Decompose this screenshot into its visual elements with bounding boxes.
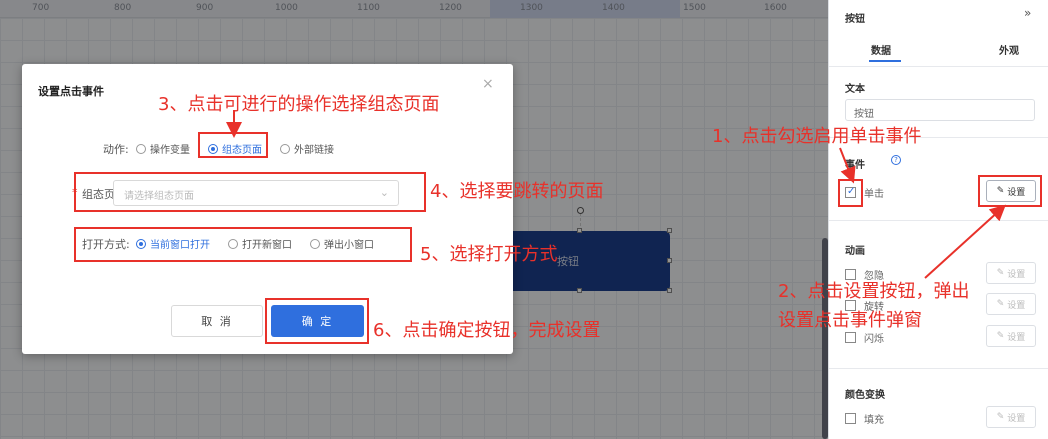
divider xyxy=(829,66,1048,67)
radio-icon xyxy=(136,143,146,154)
color-label: 填充 xyxy=(864,415,884,426)
annotation-step3: 3、点击可进行的操作选择组态页面 xyxy=(158,94,440,115)
divider xyxy=(829,368,1048,369)
tab-data[interactable]: 数据 xyxy=(871,42,891,57)
highlight-box-open-mode xyxy=(74,227,412,262)
close-icon[interactable]: × xyxy=(482,76,494,92)
click-event-label: 单击 xyxy=(864,189,884,200)
cancel-button[interactable]: 取 消 xyxy=(171,305,263,337)
edit-icon: ✎ xyxy=(996,412,1008,422)
edit-icon: ✎ xyxy=(996,299,1008,309)
highlight-box-page-option xyxy=(198,132,268,158)
color-checkbox-fill[interactable]: 填充 xyxy=(845,411,884,426)
action-label: 动作: xyxy=(103,143,129,156)
checkbox-icon xyxy=(845,413,856,424)
edit-icon: ✎ xyxy=(996,331,1008,341)
settings-label: 设置 xyxy=(1007,332,1026,343)
active-tab-indicator xyxy=(869,60,901,62)
highlight-box-ok xyxy=(265,298,369,344)
color-section-title: 颜色变换 xyxy=(845,390,885,401)
animation-section-title: 动画 xyxy=(845,246,865,257)
annotation-step6: 6、点击确定按钮，完成设置 xyxy=(373,320,601,341)
radio-action-link[interactable]: 外部链接 xyxy=(280,141,334,156)
checkbox-icon xyxy=(845,332,856,343)
annotation-step5: 5、选择打开方式 xyxy=(420,244,558,265)
divider xyxy=(829,220,1048,221)
dialog-title: 设置点击事件 xyxy=(38,85,104,98)
annotation-step2-line1: 2、点击设置按钮，弹出 xyxy=(778,281,970,302)
radio-action-variable[interactable]: 操作变量 xyxy=(136,141,190,156)
settings-label: 设置 xyxy=(1007,413,1026,424)
highlight-box-page-select xyxy=(74,172,426,212)
annotation-step4: 4、选择要跳转的页面 xyxy=(430,181,604,202)
anim-label: 闪烁 xyxy=(864,334,884,345)
settings-label: 设置 xyxy=(1007,300,1026,311)
panel-title: 按钮 xyxy=(845,14,865,25)
settings-label: 设置 xyxy=(1007,269,1026,280)
event-section-title: 事件 xyxy=(845,160,865,171)
properties-panel: 按钮 » 数据 外观 文本 按钮 事件 ? 单击 ✎ 设置 动画 忽隐 ✎ 设置… xyxy=(828,0,1048,439)
color-settings-button[interactable]: ✎ 设置 xyxy=(986,406,1036,428)
text-section-title: 文本 xyxy=(845,84,865,95)
anim-settings-button[interactable]: ✎ 设置 xyxy=(986,325,1036,347)
radio-label: 操作变量 xyxy=(150,145,190,156)
help-icon[interactable]: ? xyxy=(891,155,901,165)
anim-settings-button[interactable]: ✎ 设置 xyxy=(986,293,1036,315)
anim-checkbox-blink[interactable]: 闪烁 xyxy=(845,330,884,345)
tab-appearance[interactable]: 外观 xyxy=(999,42,1019,57)
radio-label: 外部链接 xyxy=(294,145,334,156)
annotation-step2-line2: 设置点击事件弹窗 xyxy=(778,310,922,331)
annotation-step1: 1、点击勾选启用单击事件 xyxy=(712,126,922,147)
text-input[interactable]: 按钮 xyxy=(845,99,1035,121)
anim-settings-button[interactable]: ✎ 设置 xyxy=(986,262,1036,284)
highlight-box-checkbox xyxy=(838,179,863,207)
edit-icon: ✎ xyxy=(996,268,1008,278)
radio-icon xyxy=(280,143,290,154)
highlight-box-settings xyxy=(978,175,1042,207)
collapse-icon[interactable]: » xyxy=(1024,6,1031,20)
